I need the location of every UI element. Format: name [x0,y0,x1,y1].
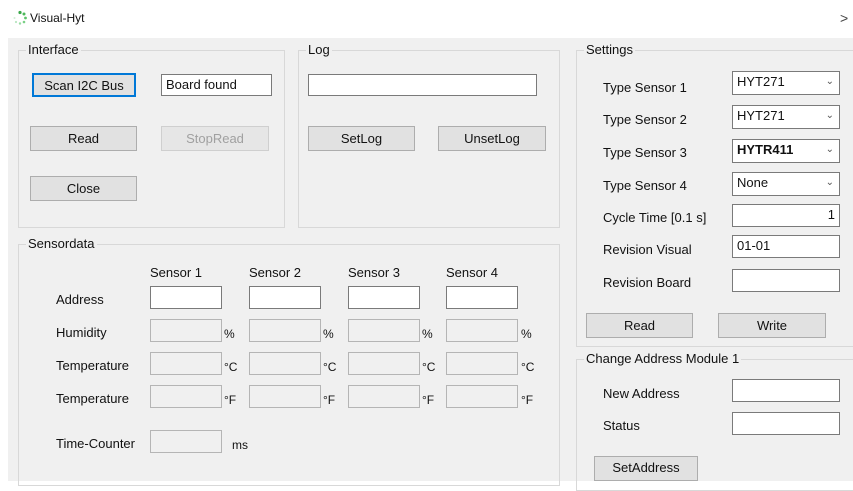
title-bar: Visual-Hyt > [0,0,853,36]
revision-board-label: Revision Board [603,275,692,290]
temp-c-sensor-1-field [150,352,222,375]
stopread-button[interactable]: StopRead [161,126,269,151]
temp-f-unit-4: °F [521,393,534,407]
revision-visual-label: Revision Visual [603,242,692,257]
setlog-button[interactable]: SetLog [308,126,415,151]
type-sensor-1-value: HYT271 [737,74,785,89]
temp-f-unit-2: °F [323,393,336,407]
type-sensor-4-value: None [737,175,769,190]
type-sensor-3-label: Type Sensor 3 [603,145,687,160]
type-sensor-4-label: Type Sensor 4 [603,178,687,193]
temp-c-unit-4: °C [521,360,535,374]
chevron-down-icon: ⌄ [825,76,834,87]
temp-f-sensor-1-field [150,385,222,408]
board-status-field[interactable]: Board found [161,74,272,96]
app-icon [13,10,27,25]
interface-group-title: Interface [26,42,81,57]
time-counter-unit: ms [232,438,248,452]
type-sensor-2-value: HYT271 [737,108,785,123]
close-button[interactable]: Close [30,176,137,201]
type-sensor-3-value: HYTR411 [737,142,794,157]
cycle-time-field[interactable]: 1 [732,204,840,227]
humidity-unit-2: % [323,327,334,341]
read-button[interactable]: Read [30,126,137,151]
column-header-sensor-3: Sensor 3 [348,265,401,280]
row-label-humidity: Humidity [56,325,107,340]
row-label-temperature-fahrenheit: Temperature [56,391,129,406]
settings-group-title: Settings [584,42,635,57]
temp-c-sensor-3-field [348,352,420,375]
status-field[interactable] [732,412,840,435]
type-sensor-1-label: Type Sensor 1 [603,80,687,95]
type-sensor-3-select[interactable]: HYTR411 ⌄ [732,139,840,163]
temp-f-sensor-4-field [446,385,518,408]
window-title: Visual-Hyt [30,11,85,25]
humidity-sensor-2-field [249,319,321,342]
temp-f-sensor-3-field [348,385,420,408]
humidity-sensor-1-field [150,319,222,342]
client-area: Interface Scan I2C Bus Board found Read … [8,38,853,491]
time-counter-field [150,430,222,453]
close-icon[interactable]: > [840,10,848,26]
change-address-group-title: Change Address Module 1 [584,351,742,366]
chevron-down-icon: ⌄ [825,110,834,121]
temp-f-unit-1: °F [224,393,237,407]
time-counter-label: Time-Counter [56,436,135,451]
row-label-temperature-celsius: Temperature [56,358,129,373]
row-label-address: Address [56,292,104,307]
humidity-sensor-4-field [446,319,518,342]
scan-i2c-button[interactable]: Scan I2C Bus [32,73,136,97]
temp-c-sensor-4-field [446,352,518,375]
cycle-time-label: Cycle Time [0.1 s] [603,210,707,225]
type-sensor-2-select[interactable]: HYT271 ⌄ [732,105,840,129]
new-address-label: New Address [603,386,680,401]
status-label: Status [603,418,640,433]
chevron-down-icon: ⌄ [825,144,834,155]
settings-read-button[interactable]: Read [586,313,693,338]
type-sensor-4-select[interactable]: None ⌄ [732,172,840,196]
type-sensor-2-label: Type Sensor 2 [603,112,687,127]
column-header-sensor-2: Sensor 2 [249,265,302,280]
type-sensor-1-select[interactable]: HYT271 ⌄ [732,71,840,95]
humidity-unit-3: % [422,327,433,341]
revision-visual-field[interactable]: 01-01 [732,235,840,258]
temp-c-unit-1: °C [224,360,238,374]
new-address-field[interactable] [732,379,840,402]
chevron-down-icon: ⌄ [825,177,834,188]
temp-c-unit-2: °C [323,360,337,374]
unsetlog-button[interactable]: UnsetLog [438,126,546,151]
temp-c-sensor-2-field [249,352,321,375]
humidity-unit-1: % [224,327,235,341]
settings-write-button[interactable]: Write [718,313,826,338]
address-sensor-1-field[interactable] [150,286,222,309]
temp-f-unit-3: °F [422,393,435,407]
humidity-unit-4: % [521,327,532,341]
address-sensor-2-field[interactable] [249,286,321,309]
address-sensor-4-field[interactable] [446,286,518,309]
set-address-button[interactable]: SetAddress [594,456,698,481]
humidity-sensor-3-field [348,319,420,342]
sensordata-group-title: Sensordata [26,236,97,251]
column-header-sensor-4: Sensor 4 [446,265,499,280]
temp-c-unit-3: °C [422,360,436,374]
revision-board-field[interactable] [732,269,840,292]
set-address-button-label: SetAddress [612,460,680,475]
column-header-sensor-1: Sensor 1 [150,265,203,280]
temp-f-sensor-2-field [249,385,321,408]
log-group-title: Log [306,42,332,57]
address-sensor-3-field[interactable] [348,286,420,309]
log-file-field[interactable] [308,74,537,96]
